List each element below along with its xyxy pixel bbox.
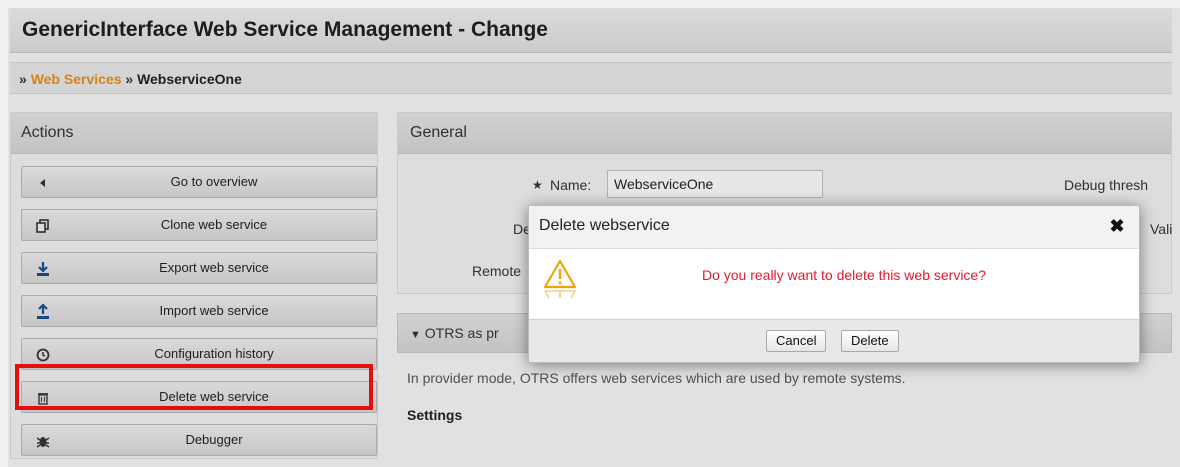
dialog-message: Do you really want to delete this web se…	[701, 267, 987, 283]
download-icon	[34, 260, 52, 278]
breadcrumb-separator: »	[125, 71, 134, 87]
debugger-button[interactable]: Debugger	[21, 424, 377, 456]
action-label: Go to overview	[170, 174, 258, 189]
close-icon[interactable]: ✖	[1107, 216, 1127, 236]
breadcrumb-separator: »	[19, 71, 27, 87]
cancel-button[interactable]: Cancel	[766, 330, 827, 352]
remote-system-label: Remote	[472, 263, 522, 279]
action-label: Import web service	[159, 303, 269, 318]
delete-webservice-dialog: Delete webservice ✖ Do you really want t…	[528, 205, 1140, 363]
import-web-service-button[interactable]: Import web service	[21, 295, 377, 327]
clone-web-service-button[interactable]: Clone web service	[21, 209, 377, 241]
action-label: Debugger	[185, 432, 243, 447]
name-label: Name:	[550, 177, 592, 193]
action-label: Delete web service	[159, 389, 269, 404]
dialog-header: Delete webservice ✖	[529, 206, 1139, 249]
action-label: Configuration history	[154, 346, 274, 361]
validity-label: Vali	[1150, 221, 1173, 237]
required-star: ★	[532, 178, 543, 192]
action-label: Export web service	[159, 260, 269, 275]
dialog-title: Delete webservice	[539, 217, 670, 234]
trash-icon	[34, 389, 52, 407]
bug-icon	[34, 432, 52, 450]
delete-web-service-button[interactable]: Delete web service	[21, 381, 377, 413]
page-title: GenericInterface Web Service Management …	[22, 18, 548, 41]
actions-panel: Actions Go to overview Clone web service…	[10, 112, 378, 459]
general-header: General	[398, 113, 1171, 154]
chevron-left-icon	[34, 174, 52, 192]
clock-icon	[34, 346, 52, 364]
delete-button[interactable]: Delete	[841, 330, 899, 352]
provider-description: In provider mode, OTRS offers web servic…	[407, 370, 906, 386]
dialog-footer: Cancel Delete	[529, 319, 1139, 362]
clone-icon	[34, 217, 52, 235]
configuration-history-button[interactable]: Configuration history	[21, 338, 377, 370]
export-web-service-button[interactable]: Export web service	[21, 252, 377, 284]
title-bar: GenericInterface Web Service Management …	[10, 8, 1172, 53]
debug-threshold-label: Debug thresh	[1064, 177, 1149, 193]
collapse-triangle-icon: ▼	[410, 329, 421, 341]
dialog-body: Do you really want to delete this web se…	[529, 249, 1139, 323]
name-input[interactable]: WebserviceOne	[607, 170, 823, 198]
breadcrumb-current: WebserviceOne	[137, 71, 242, 87]
go-to-overview-button[interactable]: Go to overview	[21, 166, 377, 198]
action-label: Clone web service	[160, 217, 268, 232]
upload-icon	[34, 303, 52, 321]
breadcrumb: » Web Services » WebserviceOne	[10, 62, 1172, 94]
actions-header: Actions	[11, 113, 377, 154]
breadcrumb-link-web-services[interactable]: Web Services	[31, 71, 122, 87]
settings-heading: Settings	[407, 407, 463, 423]
otrs-section-title: OTRS as pr	[424, 325, 499, 341]
